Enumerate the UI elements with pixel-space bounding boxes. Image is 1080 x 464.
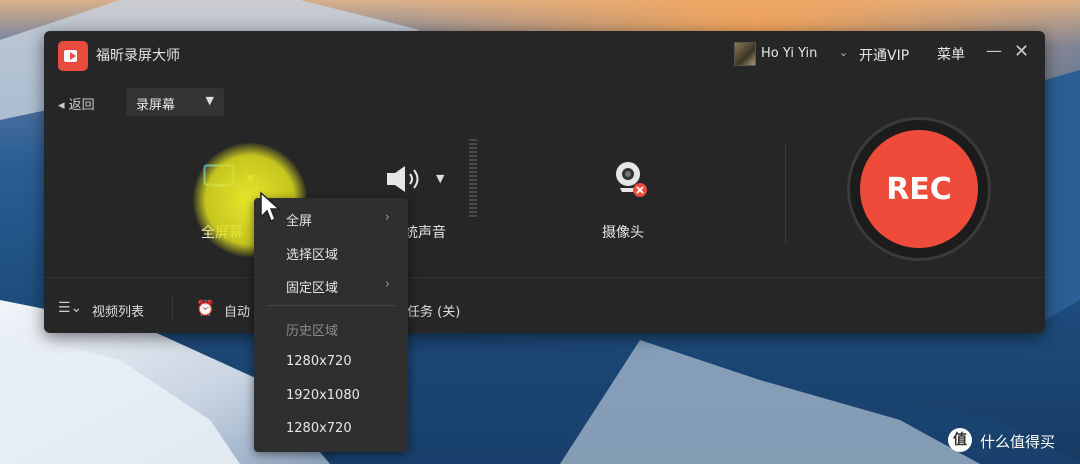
back-arrow-icon: ◂ xyxy=(58,98,69,113)
screen-area-dropdown: 全屏 › 选择区域 固定区域 › 历史区域 1280x720 1920x1080… xyxy=(254,198,408,452)
mouse-cursor-icon xyxy=(260,191,281,223)
dropdown-item-select-area[interactable]: 选择区域 xyxy=(286,244,338,263)
dropdown-item-fullscreen[interactable]: 全屏 xyxy=(286,210,312,229)
rec-button[interactable]: REC xyxy=(860,130,978,248)
avatar[interactable] xyxy=(734,42,756,66)
divider xyxy=(785,144,786,244)
alarm-clock-icon[interactable]: ⏰ xyxy=(196,299,215,317)
dropdown-item-fixed-area[interactable]: 固定区域 xyxy=(286,277,338,296)
history-header: 历史区域 xyxy=(286,324,339,339)
task-status-label[interactable]: 任务 (关) xyxy=(407,301,460,320)
volume-level-meter xyxy=(469,139,477,219)
auto-label[interactable]: 自动 xyxy=(224,301,250,320)
speaker-icon[interactable] xyxy=(385,164,429,194)
main-window: 福昕录屏大师 Ho Yi Yin ⌄ 开通VIP 菜单 — ✕ ◂ 返回 录屏幕… xyxy=(44,31,1045,333)
divider xyxy=(44,277,1045,278)
chevron-right-icon: › xyxy=(384,210,390,225)
watermark-logo-icon: 值 xyxy=(948,428,972,452)
menu-button[interactable]: 菜单 xyxy=(937,44,965,64)
camera-label[interactable]: 摄像头 xyxy=(602,222,644,242)
system-sound-label[interactable]: 统声音 xyxy=(404,222,446,242)
speaker-caret-icon[interactable]: ▼ xyxy=(436,172,444,185)
username[interactable]: Ho Yi Yin xyxy=(761,46,817,61)
history-item[interactable]: 1280x720 xyxy=(286,354,352,369)
mode-select-value: 录屏幕 xyxy=(136,98,176,113)
chevron-down-icon[interactable]: ⌄ xyxy=(839,46,848,59)
minimize-button[interactable]: — xyxy=(986,41,1002,60)
chevron-right-icon: › xyxy=(384,277,390,292)
mode-select[interactable]: 录屏幕 ▼ xyxy=(126,88,224,116)
app-title: 福昕录屏大师 xyxy=(96,48,180,64)
history-item[interactable]: 1920x1080 xyxy=(286,388,360,403)
vip-button[interactable]: 开通VIP xyxy=(859,45,909,65)
watermark-text: 什么值得买 xyxy=(980,433,1056,451)
video-list-button[interactable]: 视频列表 xyxy=(92,301,144,320)
back-label: 返回 xyxy=(68,98,95,113)
dropdown-separator xyxy=(266,305,396,306)
camera-icon[interactable] xyxy=(608,158,650,200)
title-bar: 福昕录屏大师 Ho Yi Yin ⌄ 开通VIP 菜单 — ✕ xyxy=(44,31,1045,75)
app-logo-icon xyxy=(58,41,88,71)
history-item[interactable]: 1280x720 xyxy=(286,421,352,436)
divider xyxy=(172,295,173,321)
list-icon[interactable]: ☰⌄ xyxy=(58,300,82,316)
close-button[interactable]: ✕ xyxy=(1014,41,1029,62)
back-button[interactable]: ◂ 返回 xyxy=(58,94,95,113)
caret-down-icon: ▼ xyxy=(205,94,214,107)
